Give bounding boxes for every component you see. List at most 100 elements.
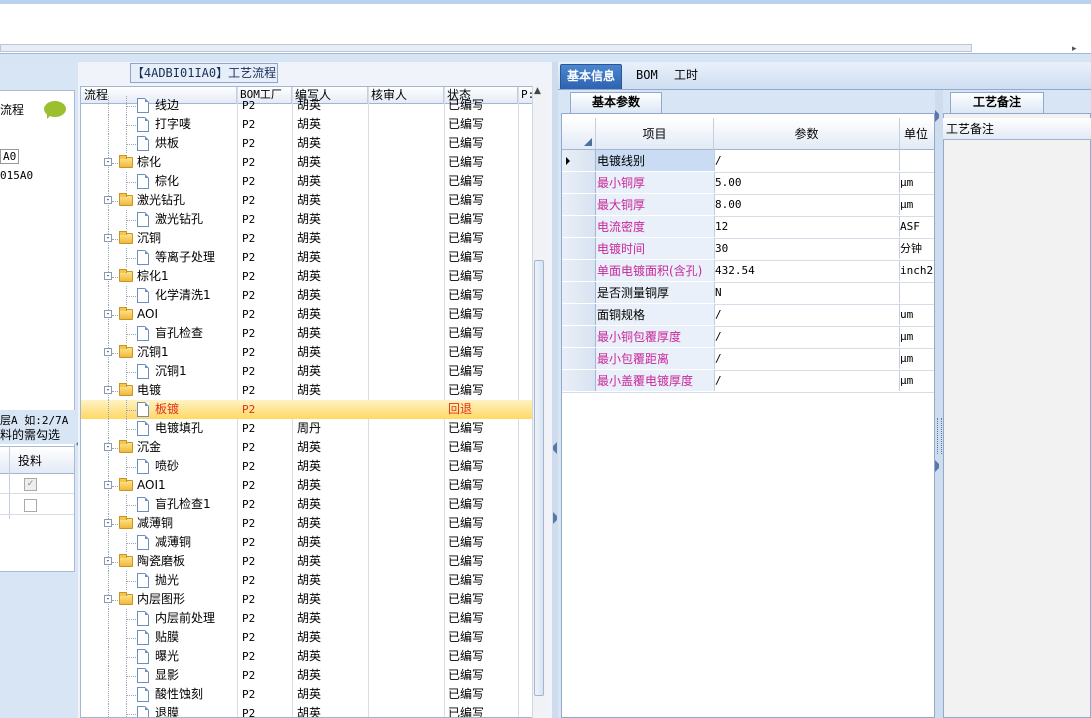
param-value[interactable]: / [714, 370, 900, 391]
param-value[interactable]: 30 [714, 238, 900, 259]
tree-row[interactable]: 化学清洗1 P2 胡英 已编写 [81, 286, 533, 305]
param-row[interactable]: 电镀时间 30 分钟 [562, 238, 934, 261]
collapse-toggle-icon[interactable]: - [104, 386, 112, 394]
tree-row[interactable]: - 电镀 P2 胡英 已编写 [81, 381, 533, 400]
tree-row[interactable]: 酸性蚀刻 P2 胡英 已编写 [81, 685, 533, 704]
collapse-toggle-icon[interactable]: - [104, 310, 112, 318]
tree-row[interactable]: - 棕化1 P2 胡英 已编写 [81, 267, 533, 286]
row-indicator[interactable] [562, 348, 596, 369]
tree-row[interactable]: 激光钻孔 P2 胡英 已编写 [81, 210, 533, 229]
tree-row[interactable]: 盲孔检查1 P2 胡英 已编写 [81, 495, 533, 514]
tree-row[interactable]: 等离子处理 P2 胡英 已编写 [81, 248, 533, 267]
col-header-item[interactable]: 项目 [596, 118, 714, 150]
tree-row[interactable]: 抛光 P2 胡英 已编写 [81, 571, 533, 590]
tree-row[interactable]: - 减薄铜 P2 胡英 已编写 [81, 514, 533, 533]
collapse-toggle-icon[interactable]: - [104, 519, 112, 527]
param-row[interactable]: 电流密度 12 ASF [562, 216, 934, 239]
feed-checkbox[interactable] [24, 499, 37, 512]
param-value[interactable]: / [714, 304, 900, 325]
param-row[interactable]: 电镀线别 / [562, 150, 934, 173]
row-indicator[interactable] [562, 260, 596, 281]
row-indicator[interactable] [562, 172, 596, 193]
tab-work-hours[interactable]: 工时 [668, 64, 704, 88]
param-row[interactable]: 最小包覆距离 / μm [562, 348, 934, 371]
horizontal-scrollbar[interactable] [0, 44, 972, 52]
tab-basic-params[interactable]: 基本参数 [570, 92, 662, 113]
col-header-param[interactable]: 参数 [714, 118, 900, 150]
collapse-toggle-icon[interactable]: - [104, 234, 112, 242]
collapse-toggle-icon[interactable]: - [104, 272, 112, 280]
tree-row[interactable]: - AOI1 P2 胡英 已编写 [81, 476, 533, 495]
tree-row[interactable]: 内层前处理 P2 胡英 已编写 [81, 609, 533, 628]
collapse-toggle-icon[interactable]: - [104, 196, 112, 204]
tree-row[interactable]: - 陶瓷磨板 P2 胡英 已编写 [81, 552, 533, 571]
tree-row[interactable]: 减薄铜 P2 胡英 已编写 [81, 533, 533, 552]
tree-scroll-thumb[interactable] [534, 260, 544, 696]
param-unit: μm [900, 176, 914, 189]
param-value[interactable]: 12 [714, 216, 900, 237]
row-indicator[interactable] [562, 326, 596, 347]
param-value[interactable]: 5.00 [714, 172, 900, 193]
col-header-unit[interactable]: 单位 [900, 118, 934, 150]
scroll-up-arrow-icon[interactable]: ▲ [534, 86, 541, 96]
feed-checkbox-checked[interactable]: ✓ [24, 478, 37, 491]
row-indicator[interactable] [562, 304, 596, 325]
tree-row[interactable]: 线边 P2 胡英 已编写 [81, 96, 533, 115]
tree-row[interactable]: 打字唛 P2 胡英 已编写 [81, 115, 533, 134]
right-splitter[interactable] [935, 90, 943, 718]
param-row[interactable]: 最小盖覆电镀厚度 / μm [562, 370, 934, 393]
param-row[interactable]: 是否测量铜厚 N [562, 282, 934, 305]
process-notes-panel[interactable] [943, 113, 1091, 718]
tree-row[interactable]: - 激光钻孔 P2 胡英 已编写 [81, 191, 533, 210]
process-tree-grid[interactable]: 流程 BOM工厂 编写人 核审人 状态 P: 线边 P2 胡英 已编写 打字唛 P2 胡英已… [80, 86, 547, 718]
param-value[interactable]: 432.54 [714, 260, 900, 281]
bom-plant: P2 [242, 99, 256, 112]
collapse-toggle-icon[interactable]: - [104, 158, 112, 166]
collapse-toggle-icon[interactable]: - [104, 348, 112, 356]
collapse-toggle-icon[interactable]: - [104, 595, 112, 603]
tree-row[interactable]: 盲孔检查 P2 胡英 已编写 [81, 324, 533, 343]
splitter-left-arrow-icon[interactable] [553, 442, 557, 454]
tree-row[interactable]: - 内层图形 P2 胡英 已编写 [81, 590, 533, 609]
comment-bubble-icon[interactable] [44, 101, 66, 119]
tree-row[interactable]: - 棕化 P2 胡英 已编写 [81, 153, 533, 172]
param-row[interactable]: 最大铜厚 8.00 μm [562, 194, 934, 217]
tree-row[interactable]: - 沉铜 P2 胡英 已编写 [81, 229, 533, 248]
tree-row[interactable]: 沉铜1 P2 胡英 已编写 [81, 362, 533, 381]
param-value[interactable]: N [714, 282, 900, 303]
tree-row[interactable]: 棕化 P2 胡英 已编写 [81, 172, 533, 191]
param-row[interactable]: 单面电镀面积(含孔) 432.54 inch2 [562, 260, 934, 283]
tree-row[interactable]: 显影 P2 胡英 已编写 [81, 666, 533, 685]
param-value[interactable]: 8.00 [714, 194, 900, 215]
tab-process-notes[interactable]: 工艺备注 [950, 92, 1044, 113]
tab-bom[interactable]: BOM [630, 64, 664, 88]
row-indicator[interactable] [562, 216, 596, 237]
param-value[interactable]: / [714, 326, 900, 347]
row-indicator[interactable] [562, 194, 596, 215]
tree-row[interactable]: 贴膜 P2 胡英 已编写 [81, 628, 533, 647]
collapse-toggle-icon[interactable]: - [104, 557, 112, 565]
tab-basic-info[interactable]: 基本信息 [560, 64, 623, 89]
row-indicator[interactable] [562, 370, 596, 391]
param-row[interactable]: 最小铜包覆厚度 / μm [562, 326, 934, 349]
tree-row[interactable]: 烘板 P2 胡英 已编写 [81, 134, 533, 153]
param-row[interactable]: 面铜规格 / um [562, 304, 934, 327]
tree-row[interactable]: 板镀 P2 回退 [81, 400, 533, 419]
param-value[interactable]: / [714, 150, 900, 171]
tree-row[interactable]: - AOI P2 胡英 已编写 [81, 305, 533, 324]
tree-row[interactable]: 喷砂 P2 胡英 已编写 [81, 457, 533, 476]
row-indicator[interactable] [562, 282, 596, 303]
collapse-toggle-icon[interactable]: - [104, 481, 112, 489]
tree-row[interactable]: - 沉金 P2 胡英 已编写 [81, 438, 533, 457]
param-value[interactable]: / [714, 348, 900, 369]
collapse-toggle-icon[interactable]: - [104, 443, 112, 451]
tree-row[interactable]: - 沉铜1 P2 胡英 已编写 [81, 343, 533, 362]
row-indicator[interactable] [562, 150, 596, 171]
splitter-right-arrow-icon[interactable] [553, 512, 557, 524]
row-indicator[interactable] [562, 238, 596, 259]
tree-row[interactable]: 退膜 P2 胡英 已编写 [81, 704, 533, 717]
tree-row[interactable]: 曝光 P2 胡英 已编写 [81, 647, 533, 666]
param-row[interactable]: 最小铜厚 5.00 μm [562, 172, 934, 195]
params-grid[interactable]: 项目 参数 单位 电镀线别 / 最小铜厚 5.00 μm 最大铜厚 8.00 μm 电流密度 12… [561, 113, 935, 718]
tree-row[interactable]: 电镀填孔 P2 周丹 已编写 [81, 419, 533, 438]
